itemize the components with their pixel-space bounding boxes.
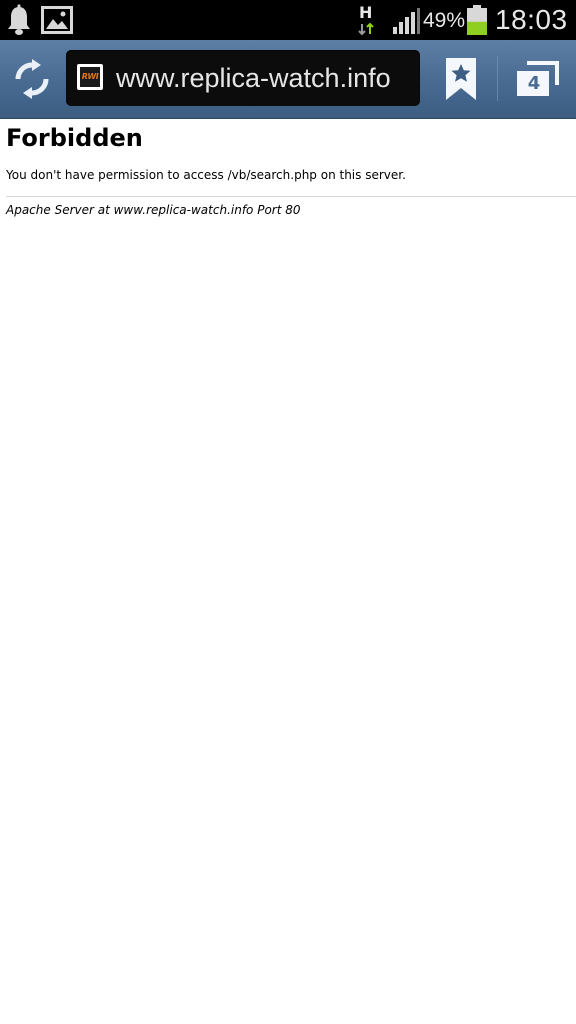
tab-count: 4 — [527, 73, 541, 94]
favicon-text: RWI — [80, 67, 100, 87]
tabs-button[interactable]: 4 — [505, 40, 569, 118]
refresh-icon — [15, 59, 49, 99]
horizontal-rule — [6, 196, 576, 197]
refresh-button[interactable] — [0, 40, 64, 118]
signal-strength-icon — [393, 8, 420, 34]
status-bar: H 49% 18:03 — [0, 0, 576, 40]
bookmark-button[interactable] — [436, 40, 488, 118]
url-bar[interactable]: RWI www.replica-watch.info — [66, 50, 420, 106]
page-content: Forbidden You don't have permission to a… — [0, 119, 576, 1024]
server-signature: Apache Server at www.replica-watch.info … — [6, 203, 301, 217]
notification-bell-icon — [8, 4, 30, 35]
network-type-label: H — [359, 3, 373, 22]
error-message: You don't have permission to access /vb/… — [6, 168, 406, 182]
network-h-icon: H — [356, 4, 378, 38]
url-text[interactable]: www.replica-watch.info — [116, 50, 416, 106]
clock: 18:03 — [495, 4, 568, 35]
browser-toolbar: RWI www.replica-watch.info 4 — [0, 40, 576, 119]
battery-percent: 49% — [423, 9, 466, 32]
toolbar-divider — [497, 56, 498, 101]
image-notification-icon — [41, 6, 73, 34]
bookmark-star-icon — [446, 58, 476, 100]
battery-icon — [467, 5, 487, 35]
page-title: Forbidden — [6, 124, 143, 152]
site-favicon: RWI — [77, 64, 103, 90]
